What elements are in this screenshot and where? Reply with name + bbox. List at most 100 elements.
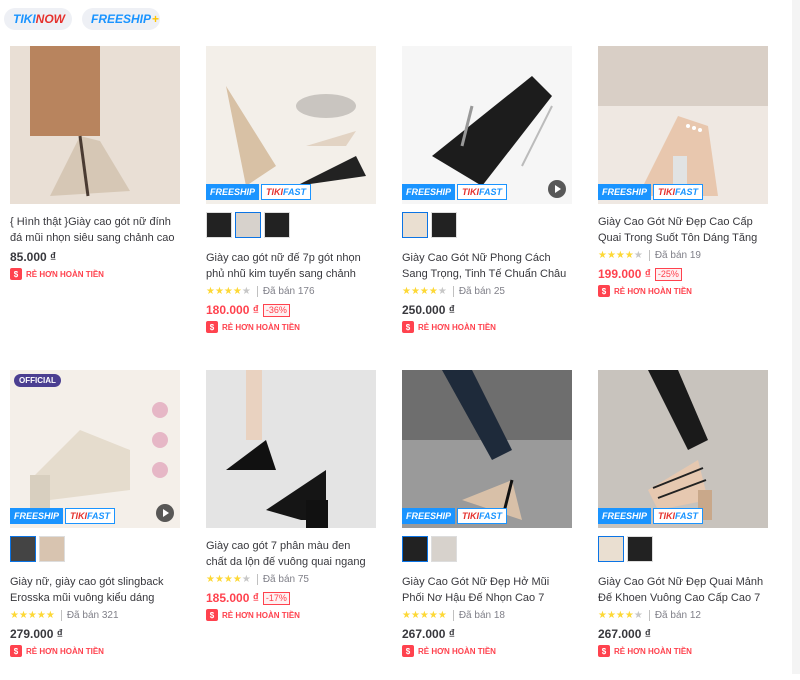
tiki-label: TIKI [266,187,284,197]
product-card[interactable]: FREESHIP TIKI FAST Giày Cao Gót Nữ Đẹp Cao … [596,46,772,356]
rating-row: ★★★★★ Đã bán 25 [402,286,505,297]
color-swatch[interactable] [431,212,457,238]
tikifast-tag: TIKI FAST [457,508,508,524]
sold-count: Đã bán 176 [256,286,315,297]
shipping-ribbon: FREESHIP TIKI FAST [402,184,508,200]
price-row: 267.000 ₫ [598,627,651,641]
sold-count: Đã bán 19 [648,250,701,261]
refund-badge: $ RẺ HƠN HOÀN TIỀN [598,645,692,657]
scrollbar[interactable] [792,0,800,674]
star-rating: ★★★★★ [598,250,643,261]
product-price: 250.000 ₫ [402,303,455,317]
tikinow-label: TIKI [13,12,36,26]
tiki-label: TIKI [70,511,88,521]
product-name[interactable]: Giày Cao Gót Nữ Đẹp Cao Cấp Quai Trong S… [598,214,766,246]
product-name[interactable]: Giày Cao Gót Nữ Đẹp Quai Mảnh Đế Khoen V… [598,574,766,606]
product-card[interactable]: FREESHIP TIKI FAST Giày cao gót nữ đế 7p gó… [204,46,380,356]
tikifast-tag: TIKI FAST [261,184,312,200]
fast-label: FAST [675,187,699,197]
color-swatch[interactable] [235,212,261,238]
product-name[interactable]: Giày Cao Gót Nữ Phong Cách Sang Trọng, T… [402,250,570,282]
discount-badge: -17% [262,591,290,605]
star-rating: ★★★★★ [206,286,251,297]
color-swatches [10,536,65,562]
price-row: 185.000 ₫ -17% [206,591,290,605]
color-swatch[interactable] [598,536,624,562]
product-card[interactable]: { Hình thật }Giày cao gót nữ đính đá mũi… [8,46,184,356]
price-row: 180.000 ₫ -36% [206,303,290,317]
tikinow-filter[interactable]: TIKI NOW [4,8,72,30]
tikifast-tag: TIKI FAST [653,184,704,200]
color-swatches [402,536,457,562]
tikifast-tag: TIKI FAST [653,508,704,524]
fast-label: FAST [479,187,503,197]
fast-label: FAST [87,511,111,521]
product-card[interactable]: Giày cao gót 7 phân màu đen chất da lộn … [204,370,380,680]
color-swatches [598,536,653,562]
refund-icon: $ [10,645,22,657]
product-card[interactable]: FREESHIP TIKI FAST Giày Cao Gót Nữ Phong Cá… [400,46,576,356]
freeship-tag: FREESHIP [402,184,456,200]
rating-row: ★★★★★ Đã bán 75 [206,574,309,585]
color-swatch[interactable] [206,212,232,238]
discount-badge: -36% [262,303,290,317]
refund-label: RẺ HƠN HOÀN TIỀN [222,610,300,620]
product-image[interactable]: FREESHIP TIKI FAST [402,370,572,528]
product-price: 267.000 ₫ [598,627,651,641]
refund-icon: $ [598,645,610,657]
shipping-ribbon: FREESHIP TIKI FAST [598,184,704,200]
product-card[interactable]: FREESHIP TIKI FAST Giày Cao Gót Nữ Đẹp Quai… [596,370,772,680]
product-card[interactable]: FREESHIP TIKI FAST Giày Cao Gót Nữ Đẹp Hở M… [400,370,576,680]
color-swatch[interactable] [39,536,65,562]
color-swatch[interactable] [402,212,428,238]
product-name[interactable]: Giày cao gót 7 phân màu đen chất da lộn … [206,538,374,570]
refund-badge: $ RẺ HƠN HOÀN TIỀN [598,285,692,297]
star-rating: ★★★★★ [206,574,251,585]
sold-count: Đã bán 18 [452,610,505,621]
rating-row: ★★★★★ Đã bán 18 [402,610,505,621]
product-name[interactable]: Giày cao gót nữ đế 7p gót nhọn phủ nhũ k… [206,250,374,282]
refund-label: RẺ HƠN HOÀN TIỀN [418,322,496,332]
sold-count: Đã bán 321 [60,610,119,621]
product-price: 180.000 ₫ [206,303,259,317]
color-swatches [206,212,290,238]
freeship-tag: FREESHIP [598,508,652,524]
tiki-label: TIKI [462,511,480,521]
product-image[interactable]: OFFICIAL FREESHIP TIKI FAST [10,370,180,528]
play-video-icon[interactable] [548,180,566,198]
product-name[interactable]: Giày nữ, giày cao gót slingback Erosska … [10,574,178,606]
official-badge: OFFICIAL [14,374,61,387]
freeship-filter[interactable]: FREESHIP + [82,8,160,30]
product-image[interactable] [206,370,376,528]
color-swatch[interactable] [431,536,457,562]
star-rating: ★★★★★ [598,610,643,621]
refund-icon: $ [206,609,218,621]
color-swatch[interactable] [402,536,428,562]
sold-count: Đã bán 25 [452,286,505,297]
color-swatch[interactable] [10,536,36,562]
refund-label: RẺ HƠN HOÀN TIỀN [614,646,692,656]
color-swatch[interactable] [264,212,290,238]
fast-label: FAST [675,511,699,521]
product-image[interactable]: FREESHIP TIKI FAST [598,370,768,528]
refund-label: RẺ HƠN HOÀN TIỀN [614,286,692,296]
refund-badge: $ RẺ HƠN HOÀN TIỀN [10,268,104,280]
product-card[interactable]: OFFICIAL FREESHIP TIKI FAST Giày nữ, giày ca… [8,370,184,680]
freeship-tag: FREESHIP [206,184,260,200]
product-price: 267.000 ₫ [402,627,455,641]
freeship-tag: FREESHIP [10,508,64,524]
product-name[interactable]: { Hình thật }Giày cao gót nữ đính đá mũi… [10,214,178,246]
product-price: 185.000 ₫ [206,591,259,605]
product-image[interactable]: FREESHIP TIKI FAST [402,46,572,204]
shipping-ribbon: FREESHIP TIKI FAST [206,184,312,200]
product-image[interactable] [10,46,180,204]
product-image[interactable]: FREESHIP TIKI FAST [598,46,768,204]
color-swatch[interactable] [627,536,653,562]
star-rating: ★★★★★ [10,610,55,621]
product-name[interactable]: Giày Cao Gót Nữ Đẹp Hở Mũi Phối Nơ Hậu Đ… [402,574,570,606]
refund-icon: $ [598,285,610,297]
filter-bar: TIKI NOW FREESHIP + [0,0,800,34]
play-video-icon[interactable] [156,504,174,522]
product-image[interactable]: FREESHIP TIKI FAST [206,46,376,204]
refund-label: RẺ HƠN HOÀN TIỀN [222,322,300,332]
